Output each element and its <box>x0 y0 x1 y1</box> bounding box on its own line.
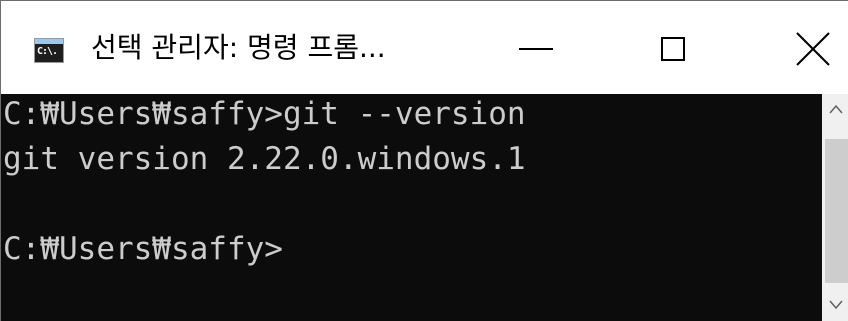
cmd-icon-label: C:\. <box>37 46 58 57</box>
console-line: git version 2.22.0.windows.1 <box>3 141 526 177</box>
scroll-thumb[interactable] <box>825 139 848 283</box>
console-line: C:₩Users₩saffy>git --version <box>3 96 526 132</box>
scroll-up-arrow-icon[interactable] <box>822 96 848 122</box>
minimize-icon <box>519 48 553 50</box>
vertical-scrollbar[interactable] <box>822 94 848 321</box>
console-output[interactable]: C:₩Users₩saffy>git --version git version… <box>1 94 822 321</box>
window-title: 선택 관리자: 명령 프롬... <box>91 31 386 64</box>
maximize-button[interactable] <box>643 23 703 73</box>
command-prompt-window: C:\. 선택 관리자: 명령 프롬... C:₩Users₩saffy>git… <box>0 0 848 321</box>
title-bar[interactable]: C:\. 선택 관리자: 명령 프롬... <box>1 1 848 94</box>
scroll-down-arrow-icon[interactable] <box>822 292 848 318</box>
minimize-button[interactable] <box>509 23 569 73</box>
console-prompt-line: C:₩Users₩saffy> <box>3 231 283 267</box>
cmd-icon[interactable]: C:\. <box>34 38 64 63</box>
cmd-icon-bar <box>35 39 63 44</box>
close-button[interactable] <box>787 23 848 73</box>
close-icon <box>796 32 830 66</box>
maximize-icon <box>661 37 685 61</box>
